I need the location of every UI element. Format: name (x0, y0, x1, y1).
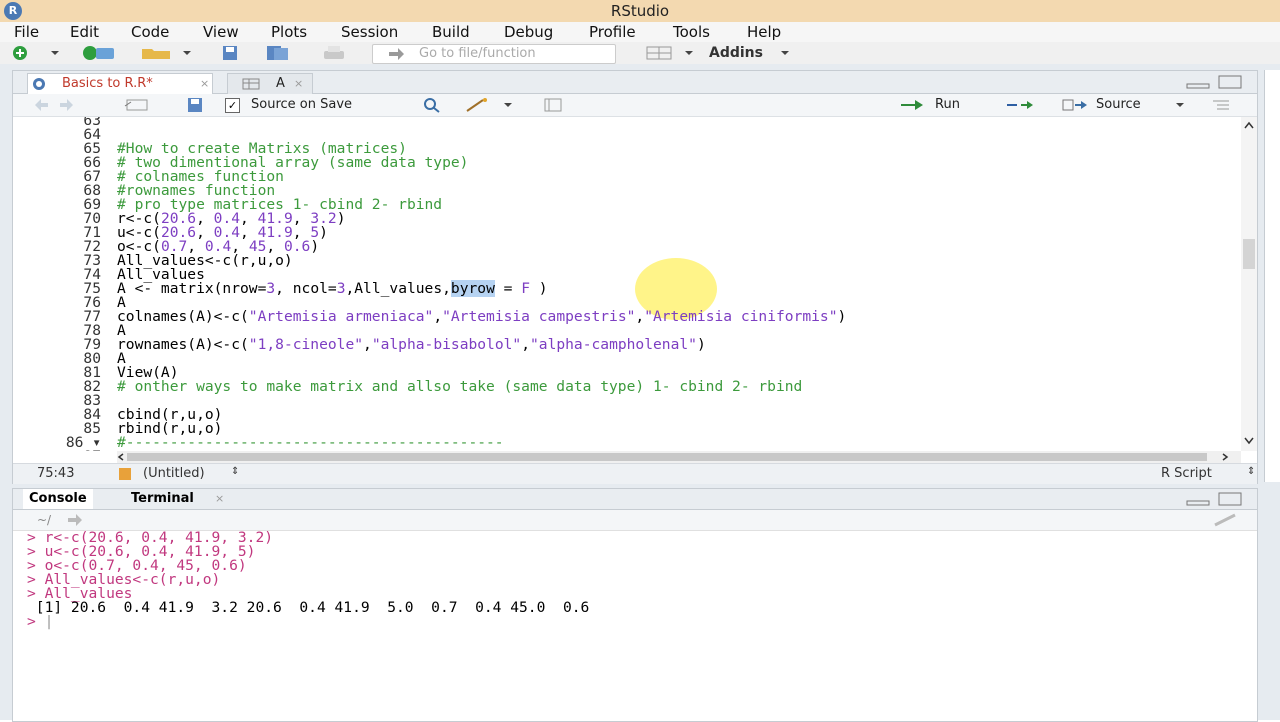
chevron-down-icon[interactable] (503, 97, 513, 113)
run-button[interactable]: Run (935, 97, 960, 112)
workspace-panes-icon[interactable] (646, 45, 672, 61)
close-icon[interactable]: × (200, 74, 209, 94)
code-tools-wand-icon[interactable] (465, 97, 491, 113)
save-icon[interactable] (187, 98, 203, 112)
menu-session[interactable]: Session (341, 22, 398, 42)
clear-console-broom-icon[interactable] (1209, 513, 1239, 527)
search-icon[interactable] (423, 97, 441, 113)
code-line: A <- matrix(nrow=3, ncol=3,All_values,by… (117, 280, 548, 297)
menu-code[interactable]: Code (131, 22, 169, 42)
editor-status-bar: 75:43 (Untitled) ⇕ R Script ⇕ (13, 463, 1257, 484)
addins-menu[interactable]: Addins (709, 45, 763, 61)
save-icon[interactable] (222, 45, 238, 61)
line-number: 87 (13, 449, 101, 451)
main-toolbar: Go to file/function Addins (0, 42, 1280, 65)
tab-terminal[interactable]: Terminal (125, 489, 200, 509)
forward-arrow-icon[interactable] (59, 99, 73, 111)
menu-debug[interactable]: Debug (504, 22, 553, 42)
new-project-icon[interactable] (82, 45, 116, 61)
scroll-down-icon[interactable] (1244, 437, 1254, 445)
editor-toolbar: ✓ Source on Save Run Source (13, 94, 1257, 117)
tab-label: Basics to R.R* (62, 76, 153, 91)
code-line: rownames(A)<-c("1,8-cineole","alpha-bisa… (117, 336, 706, 353)
close-icon[interactable]: × (294, 74, 303, 94)
chevron-down-icon[interactable] (182, 45, 192, 61)
open-folder-icon[interactable] (140, 45, 174, 61)
console-path-bar: ~/ (13, 510, 1257, 531)
chevron-down-icon[interactable] (1175, 97, 1185, 113)
maximize-pane-icon[interactable] (1217, 74, 1243, 90)
editor-vertical-scrollbar[interactable] (1241, 117, 1257, 451)
code-line: # onther ways to make matrix and allso t… (117, 378, 803, 395)
console-prompt: > | (27, 613, 54, 630)
rerun-icon[interactable] (1003, 98, 1035, 112)
scroll-right-icon[interactable] (1221, 453, 1229, 461)
menu-bar: File Edit Code View Plots Session Build … (0, 22, 1280, 42)
menu-view[interactable]: View (203, 22, 239, 42)
scroll-up-icon[interactable] (1244, 121, 1254, 129)
chevron-down-icon[interactable] (50, 45, 60, 61)
data-grid-icon (242, 78, 260, 90)
go-to-file-placeholder: Go to file/function (419, 46, 536, 61)
file-type-selector[interactable]: R Script (1161, 466, 1212, 481)
menu-tools[interactable]: Tools (673, 22, 710, 42)
scrollbar-thumb[interactable] (1243, 239, 1255, 269)
code-line: colnames(A)<-c("Artemisia armeniaca","Ar… (117, 308, 847, 325)
source-pane: Basics to R.R* × A × ✓ Source on Save Ru… (12, 70, 1258, 484)
function-context[interactable]: (Untitled) (143, 466, 205, 481)
menu-edit[interactable]: Edit (70, 22, 99, 42)
console-output[interactable]: > r<-c(20.6, 0.4, 41.9, 3.2) > u<-c(20.6… (13, 530, 1257, 721)
tab-a[interactable]: A × (227, 73, 313, 94)
code-editor[interactable]: 63 64 65 #How to create Matrixs (matrices… (13, 117, 1241, 451)
code-line: #---------------------------------------… (117, 434, 504, 451)
compile-report-icon[interactable] (543, 98, 563, 112)
menu-build[interactable]: Build (432, 22, 470, 42)
menu-profile[interactable]: Profile (589, 22, 636, 42)
menu-help[interactable]: Help (747, 22, 781, 42)
chevron-updown-icon[interactable]: ⇕ (231, 466, 239, 477)
editor-horizontal-scrollbar[interactable] (117, 451, 1241, 463)
show-in-window-icon[interactable] (123, 98, 149, 112)
arrow-right-icon (389, 48, 404, 60)
r-script-file-icon (33, 78, 45, 90)
minimize-pane-icon[interactable] (1185, 494, 1211, 506)
source-arrow-icon[interactable] (1061, 98, 1089, 112)
menu-file[interactable]: File (14, 22, 39, 42)
print-icon[interactable] (322, 45, 346, 61)
menu-plots[interactable]: Plots (271, 22, 307, 42)
console-tab-bar: Console Terminal × (13, 489, 1257, 510)
right-pane-edge (1264, 70, 1280, 482)
source-button[interactable]: Source (1096, 97, 1141, 112)
window-title: RStudio (610, 2, 670, 20)
document-outline-icon[interactable] (1211, 99, 1231, 111)
source-tab-bar: Basics to R.R* × A × (13, 71, 1257, 94)
save-all-icon[interactable] (266, 45, 290, 61)
tab-basics-to-r[interactable]: Basics to R.R* × (27, 73, 213, 94)
close-icon[interactable]: × (215, 492, 224, 505)
window-title-bar: R RStudio (0, 0, 1280, 23)
go-to-file-input[interactable]: Go to file/function (372, 44, 616, 64)
console-pane: Console Terminal × ~/ > r<-c(20.6, 0.4, … (12, 488, 1258, 722)
source-on-save-checkbox[interactable]: ✓ (225, 98, 240, 113)
scrollbar-thumb[interactable] (127, 453, 1207, 461)
minimize-pane-icon[interactable] (1185, 77, 1211, 89)
function-context-icon (119, 468, 131, 480)
cursor-position: 75:43 (37, 466, 75, 481)
scroll-left-icon[interactable] (117, 453, 125, 461)
chevron-down-icon[interactable] (684, 45, 694, 61)
working-directory[interactable]: ~/ (37, 513, 51, 527)
run-arrow-icon[interactable] (899, 99, 927, 111)
chevron-updown-icon[interactable]: ⇕ (1247, 466, 1255, 477)
chevron-down-icon[interactable] (780, 45, 790, 61)
new-file-icon[interactable] (12, 45, 28, 61)
source-on-save-label: Source on Save (251, 97, 353, 112)
maximize-pane-icon[interactable] (1217, 491, 1243, 507)
console-output-line: [1] 20.6 0.4 41.9 3.2 20.6 0.4 41.9 5.0 … (27, 599, 590, 616)
go-to-directory-arrow-icon[interactable] (67, 514, 83, 526)
back-arrow-icon[interactable] (35, 99, 49, 111)
tab-console[interactable]: Console (23, 489, 93, 509)
tab-label: A (276, 76, 285, 91)
